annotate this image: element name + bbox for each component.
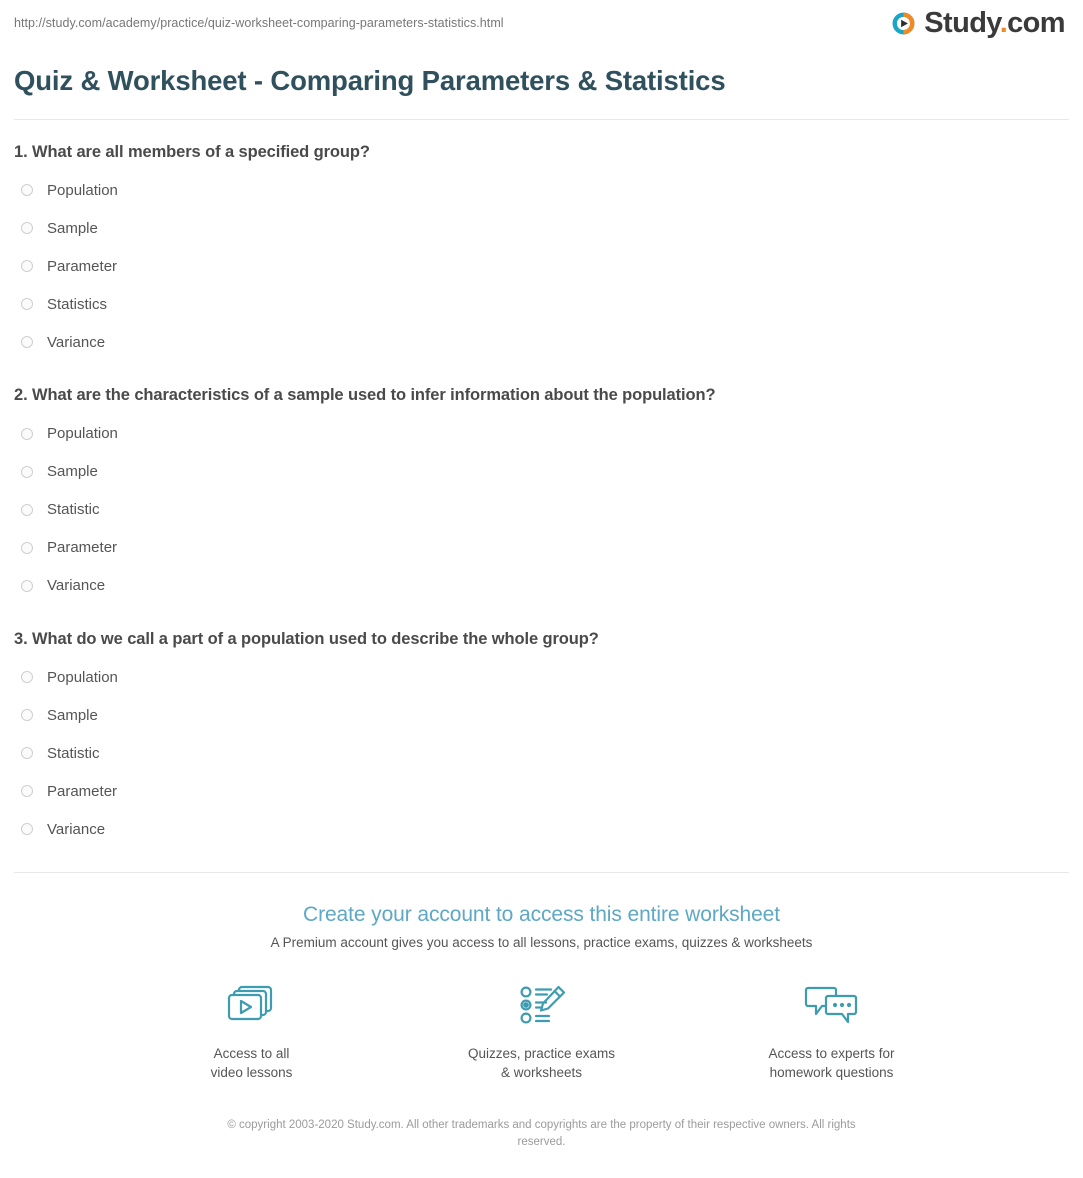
option-row[interactable]: Variance (14, 323, 1069, 361)
feature-video-lessons: Access to all video lessons (167, 982, 337, 1082)
radio-button[interactable] (21, 823, 33, 836)
questions-list: 1. What are all members of a specified g… (14, 120, 1069, 848)
page-url: http://study.com/academy/practice/quiz-w… (14, 16, 504, 30)
option-label: Parameter (47, 539, 118, 557)
options-list: Population Sample Statistic Parameter Va… (14, 415, 1069, 605)
feature-label: Quizzes, practice exams & worksheets (467, 1046, 616, 1081)
option-label: Sample (47, 463, 98, 481)
worksheet-page: http://study.com/academy/practice/quiz-w… (0, 0, 1083, 1151)
option-row[interactable]: Sample (14, 453, 1069, 491)
radio-button[interactable] (21, 541, 33, 554)
option-label: Population (47, 668, 118, 686)
option-row[interactable]: Population (14, 415, 1069, 453)
option-row[interactable]: Variance (14, 810, 1069, 848)
logo-name: Study (924, 6, 1000, 39)
option-row[interactable]: Sample (14, 696, 1069, 734)
radio-button[interactable] (21, 222, 33, 235)
page-header: http://study.com/academy/practice/quiz-w… (14, 0, 1069, 46)
option-label: Statistic (47, 501, 100, 519)
cta-title[interactable]: Create your account to access this entir… (14, 903, 1069, 927)
option-label: Variance (47, 577, 106, 595)
feature-label: Access to experts for homework questions (768, 1046, 895, 1081)
copyright-text: © copyright 2003-2020 Study.com. All oth… (227, 1118, 856, 1148)
radio-button[interactable] (21, 427, 33, 440)
feature-experts: Access to experts for homework questions (747, 982, 917, 1082)
radio-button[interactable] (21, 709, 33, 722)
play-circle-icon (890, 10, 917, 37)
radio-button[interactable] (21, 671, 33, 684)
option-label: Statistics (47, 295, 108, 313)
radio-button[interactable] (21, 184, 33, 197)
option-label: Statistic (47, 744, 100, 762)
cta-subtitle: A Premium account gives you access to al… (270, 935, 813, 951)
option-row[interactable]: Statistics (14, 285, 1069, 323)
feature-list: Access to all video lessons Quizzes, pra… (14, 982, 1069, 1082)
option-row[interactable]: Parameter (14, 772, 1069, 810)
option-label: Population (47, 425, 118, 443)
radio-button[interactable] (21, 260, 33, 273)
radio-button[interactable] (21, 579, 33, 592)
radio-button[interactable] (21, 785, 33, 798)
option-label: Variance (47, 820, 106, 838)
question-text: 1. What are all members of a specified g… (14, 143, 370, 161)
radio-button[interactable] (21, 747, 33, 760)
option-row[interactable]: Statistic (14, 734, 1069, 772)
option-label: Population (47, 181, 118, 199)
option-row[interactable]: Population (14, 171, 1069, 209)
logo-tld: com (1007, 6, 1065, 39)
option-label: Sample (47, 706, 98, 724)
option-label: Parameter (47, 782, 118, 800)
video-lessons-icon (167, 982, 337, 1030)
feature-quizzes: Quizzes, practice exams & worksheets (457, 982, 627, 1082)
options-list: Population Sample Statistic Parameter Va… (14, 658, 1069, 848)
radio-button[interactable] (21, 465, 33, 478)
option-row[interactable]: Population (14, 658, 1069, 696)
option-row[interactable]: Parameter (14, 529, 1069, 567)
radio-button[interactable] (21, 298, 33, 311)
quiz-pencil-icon (457, 982, 627, 1030)
feature-label: Access to all video lessons (210, 1046, 293, 1081)
radio-button[interactable] (21, 336, 33, 349)
page-title: Quiz & Worksheet - Comparing Parameters … (14, 65, 726, 96)
logo-wordmark: Study.com (924, 6, 1065, 39)
option-label: Variance (47, 333, 106, 351)
option-label: Parameter (47, 257, 118, 275)
options-list: Population Sample Parameter Statistics V… (14, 171, 1069, 361)
option-row[interactable]: Sample (14, 209, 1069, 247)
option-row[interactable]: Variance (14, 567, 1069, 605)
option-row[interactable]: Statistic (14, 491, 1069, 529)
question-3: 3. What do we call a part of a populatio… (14, 629, 1069, 848)
question-2: 2. What are the characteristics of a sam… (14, 385, 1069, 604)
study-com-logo[interactable]: Study.com (890, 6, 1069, 39)
cta-section: Create your account to access this entir… (14, 873, 1069, 1151)
question-text: 3. What do we call a part of a populatio… (14, 629, 599, 648)
question-1: 1. What are all members of a specified g… (14, 142, 1069, 361)
radio-button[interactable] (21, 503, 33, 516)
question-text: 2. What are the characteristics of a sam… (14, 386, 716, 405)
option-label: Sample (47, 219, 98, 237)
chat-bubbles-icon (747, 982, 917, 1030)
option-row[interactable]: Parameter (14, 247, 1069, 285)
